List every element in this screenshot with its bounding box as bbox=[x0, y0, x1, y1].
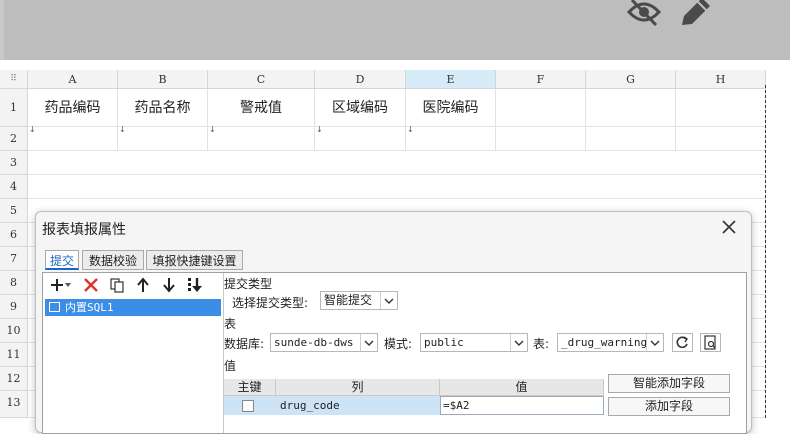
grid-row-column[interactable]: drug_code bbox=[280, 396, 340, 415]
tab-data-validation[interactable]: 数据校验 bbox=[82, 250, 144, 270]
cell-f1[interactable] bbox=[496, 89, 586, 127]
list-item-builtin-sql1[interactable]: 内置SQL1 bbox=[45, 299, 221, 316]
cell-h2[interactable] bbox=[676, 127, 766, 151]
page-break-line bbox=[765, 85, 766, 418]
grid-header-value[interactable]: 值 bbox=[440, 379, 604, 396]
grid-header-column[interactable]: 列 bbox=[276, 379, 440, 396]
move-down-icon[interactable] bbox=[161, 277, 177, 293]
report-fill-properties-dialog: 报表填报属性 提交 数据校验 填报快捷键设置 内置SQL1 提交类型 选择提交类… bbox=[35, 211, 752, 434]
row-3-cells[interactable] bbox=[28, 151, 766, 175]
column-header-h[interactable]: H bbox=[676, 70, 766, 89]
primary-key-checkbox[interactable] bbox=[242, 400, 254, 412]
grid-row-value[interactable]: =$A2 bbox=[440, 396, 604, 415]
move-to-bottom-icon[interactable] bbox=[187, 277, 203, 293]
column-header-f[interactable]: F bbox=[496, 70, 586, 89]
down-arrow-icon: ↓ bbox=[209, 125, 216, 134]
cell-g2[interactable] bbox=[586, 127, 676, 151]
schema-label: 模式: bbox=[384, 337, 413, 351]
value-section-label: 值 bbox=[224, 359, 237, 373]
dialog-title: 报表填报属性 bbox=[42, 222, 126, 238]
cell-g1[interactable] bbox=[586, 89, 676, 127]
database-select[interactable]: sunde-db-dws bbox=[270, 333, 378, 352]
row-4-cells[interactable] bbox=[28, 175, 766, 199]
grid-header-primary-key[interactable]: 主键 bbox=[224, 379, 276, 396]
cell-d1[interactable]: 区域编码 bbox=[315, 89, 406, 127]
row-header-6[interactable]: 6 bbox=[0, 223, 28, 247]
row-header-12[interactable]: 12 bbox=[0, 367, 28, 391]
refresh-icon bbox=[676, 336, 688, 349]
row-header-4[interactable]: 4 bbox=[0, 175, 28, 199]
down-arrow-icon: ↓ bbox=[316, 125, 323, 134]
tab-fill-shortcut-settings[interactable]: 填报快捷键设置 bbox=[146, 250, 243, 270]
column-header-a[interactable]: A bbox=[28, 70, 118, 89]
table-section-label: 表 bbox=[224, 317, 237, 331]
submit-type-section-label: 提交类型 bbox=[224, 277, 273, 291]
chevron-down-icon bbox=[510, 334, 527, 351]
preview-inner bbox=[4, 0, 790, 60]
schema-select[interactable]: public bbox=[420, 333, 528, 352]
database-label: 数据库: bbox=[224, 337, 265, 351]
delete-icon[interactable] bbox=[83, 277, 99, 293]
down-arrow-icon: ↓ bbox=[119, 125, 126, 134]
row-header-5[interactable]: 5 bbox=[0, 199, 28, 223]
cell-e2[interactable]: ↓ bbox=[406, 125, 496, 151]
row-header-2[interactable]: 2 bbox=[0, 127, 28, 151]
add-icon[interactable] bbox=[49, 277, 65, 293]
smart-add-field-button[interactable]: 智能添加字段 bbox=[608, 374, 730, 393]
cell-a2[interactable]: ↓ bbox=[28, 125, 118, 151]
preview-area bbox=[0, 0, 790, 60]
refresh-button[interactable] bbox=[672, 333, 693, 352]
edit-pencil-icon[interactable] bbox=[678, 0, 712, 28]
cell-c2[interactable]: ↓ bbox=[208, 125, 315, 151]
eye-hidden-icon[interactable] bbox=[626, 0, 662, 28]
submit-type-select[interactable]: 智能提交 bbox=[320, 291, 398, 310]
choose-submit-type-label: 选择提交类型: bbox=[232, 296, 309, 310]
sql-list-pane: 内置SQL1 bbox=[43, 273, 224, 433]
tab-submit[interactable]: 提交 bbox=[45, 250, 79, 270]
table-row[interactable]: drug_code =$A2 bbox=[224, 396, 604, 415]
cell-b1[interactable]: 药品名称 bbox=[118, 89, 208, 127]
cell-b2[interactable]: ↓ bbox=[118, 125, 208, 151]
add-field-button[interactable]: 添加字段 bbox=[608, 397, 730, 416]
column-header-b[interactable]: B bbox=[118, 70, 208, 89]
row-header-1[interactable]: 1 bbox=[0, 89, 28, 127]
row-header-7[interactable]: 7 bbox=[0, 247, 28, 271]
table-select[interactable]: _drug_warning bbox=[557, 333, 664, 352]
cell-f2[interactable] bbox=[496, 127, 586, 151]
submit-settings-pane: 提交类型 选择提交类型: 智能提交 表 数据库: sunde-db-dws 模式… bbox=[224, 273, 746, 433]
column-header-c[interactable]: C bbox=[208, 70, 315, 89]
column-header-d[interactable]: D bbox=[315, 70, 406, 89]
row-header-9[interactable]: 9 bbox=[0, 295, 28, 319]
chevron-down-icon bbox=[360, 334, 377, 351]
chevron-down-icon bbox=[380, 292, 397, 309]
table-label: 表: bbox=[533, 337, 550, 351]
cell-a1[interactable]: 药品编码 bbox=[28, 89, 118, 127]
cell-c1[interactable]: 警戒值 bbox=[208, 89, 315, 127]
dropdown-arrow-icon[interactable] bbox=[65, 283, 71, 287]
chevron-down-icon bbox=[646, 334, 663, 351]
preview-table-button[interactable] bbox=[700, 333, 721, 352]
cell-h1[interactable] bbox=[676, 89, 766, 127]
move-up-icon[interactable] bbox=[135, 277, 151, 293]
table-icon bbox=[49, 302, 60, 312]
close-icon[interactable] bbox=[722, 220, 736, 234]
row-header-8[interactable]: 8 bbox=[0, 271, 28, 295]
row-header-3[interactable]: 3 bbox=[0, 151, 28, 175]
row-header-13[interactable]: 13 bbox=[0, 391, 28, 418]
document-search-icon bbox=[704, 335, 716, 350]
select-all-corner[interactable]: ⠿ bbox=[0, 70, 28, 89]
cell-e1[interactable]: 医院编码 bbox=[406, 89, 496, 127]
row-header-10[interactable]: 10 bbox=[0, 319, 28, 343]
column-header-g[interactable]: G bbox=[586, 70, 676, 89]
copy-icon[interactable] bbox=[109, 277, 125, 293]
row-header-11[interactable]: 11 bbox=[0, 343, 28, 367]
submit-panel: 内置SQL1 提交类型 选择提交类型: 智能提交 表 数据库: sunde-db… bbox=[42, 272, 747, 434]
cell-d2[interactable]: ↓ bbox=[315, 125, 406, 151]
down-arrow-icon: ↓ bbox=[407, 125, 414, 134]
down-arrow-icon: ↓ bbox=[29, 125, 36, 134]
column-header-e[interactable]: E bbox=[406, 70, 496, 89]
